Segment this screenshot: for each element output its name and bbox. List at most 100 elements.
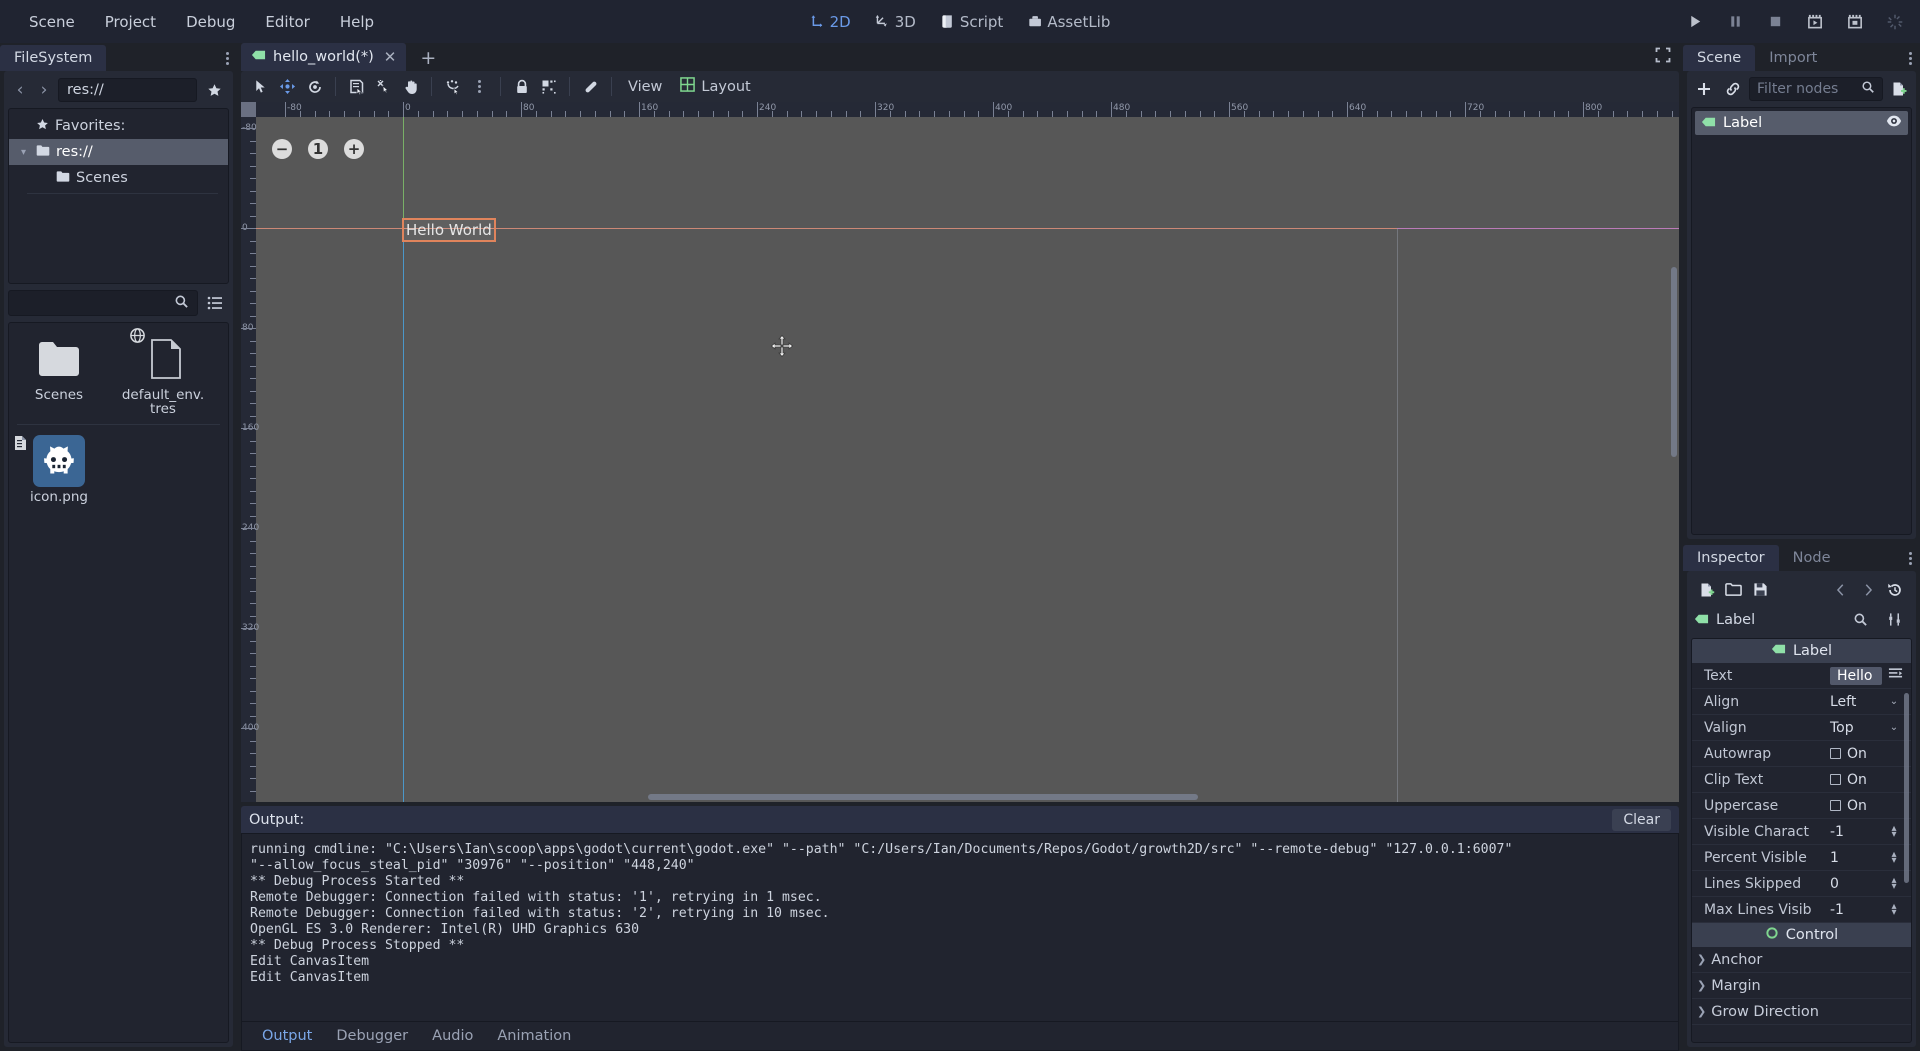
nav-back-button[interactable]: ‹ [10,79,30,101]
history-prev-button[interactable] [1827,578,1854,601]
add-node-button[interactable] [1691,77,1717,101]
tab-output[interactable]: Output [250,1025,324,1047]
inspector-scrollbar[interactable] [1904,693,1909,883]
eye-icon[interactable] [1886,113,1902,133]
chevron-down-icon[interactable]: ▾ [17,147,30,158]
tree-item-favorites[interactable]: Favorites: [9,113,228,139]
file-item-icon-png[interactable]: icon.png [15,435,101,504]
close-icon[interactable]: ✕ [384,48,397,66]
property-category-label[interactable]: Label [1692,639,1911,663]
spinner-arrows-icon[interactable]: ▴ ▾ [1888,901,1900,917]
hello-world-label[interactable]: Hello World [402,218,496,242]
object-tools-icon[interactable] [1881,608,1908,631]
property-value[interactable]: 0 ▴ ▾ [1830,875,1904,892]
property-value[interactable]: Hello [1830,666,1904,685]
inspector-menu-button[interactable] [1909,552,1912,565]
checkbox[interactable] [1830,800,1841,811]
add-scene-button[interactable]: + [420,47,436,71]
new-resource-button[interactable] [1693,578,1720,601]
property-value[interactable]: 1 ▴ ▾ [1830,849,1904,866]
text-value-input[interactable]: Hello [1830,666,1882,685]
output-log[interactable]: running cmdline: "C:\Users\Ian\scoop\app… [241,833,1679,1022]
menu-editor[interactable]: Editor [250,9,324,35]
menu-project[interactable]: Project [90,9,171,35]
tab-node[interactable]: Node [1779,545,1845,571]
zoom-out-button[interactable]: − [272,139,292,159]
tab-audio[interactable]: Audio [420,1025,485,1047]
property-value[interactable]: -1 ▴ ▾ [1830,823,1904,840]
canvas-vertical-scrollbar[interactable] [1671,267,1677,457]
property-category-control[interactable]: Control [1692,923,1911,947]
tab-inspector[interactable]: Inspector [1683,545,1779,571]
rotate-tool-button[interactable] [301,74,328,99]
property-value[interactable]: On [1830,798,1904,814]
tab-3d[interactable]: 3D [865,10,926,34]
zoom-reset-button[interactable]: 1 [308,139,328,159]
clear-output-button[interactable]: Clear [1612,808,1671,831]
chevron-right-icon[interactable]: ❯ [1697,1005,1706,1018]
snap-options-button[interactable] [466,74,493,99]
skeleton-tool-button[interactable] [577,74,604,99]
favorite-toggle-button[interactable] [201,78,227,102]
list-select-tool-button[interactable] [343,74,370,99]
multiline-edit-icon[interactable] [1888,667,1903,685]
property-value[interactable]: Left ⌄ [1830,694,1904,710]
path-input[interactable]: res:// [58,78,197,102]
pause-button[interactable] [1724,11,1746,33]
fullscreen-icon[interactable] [1655,47,1671,67]
snap-tool-button[interactable] [439,74,466,99]
numeric-value[interactable]: -1 [1830,824,1882,840]
property-value[interactable]: -1 ▴ ▾ [1830,901,1904,918]
scene-dock-menu-button[interactable] [1909,52,1912,65]
view-menu-button[interactable]: View [619,76,671,98]
checkbox[interactable] [1830,774,1841,785]
history-next-button[interactable] [1854,578,1881,601]
play-scene-button[interactable] [1804,11,1826,33]
chevron-down-icon[interactable]: ⌄ [1888,696,1900,707]
group-tool-button[interactable] [535,74,562,99]
numeric-value[interactable]: -1 [1830,902,1882,918]
tab-import[interactable]: Import [1755,45,1831,71]
filesystem-menu-button[interactable] [226,52,229,65]
property-value[interactable]: On [1830,746,1904,762]
play-custom-scene-button[interactable] [1844,11,1866,33]
numeric-value[interactable]: 0 [1830,876,1882,892]
tab-script[interactable]: Script [930,10,1014,34]
lock-tool-button[interactable] [508,74,535,99]
scale-tool-button[interactable] [370,74,397,99]
attach-script-button[interactable] [1886,77,1912,101]
instance-scene-button[interactable] [1720,77,1746,101]
canvas-horizontal-scrollbar[interactable] [648,794,1198,800]
checkbox[interactable] [1830,748,1841,759]
property-section-row[interactable]: ❯ Grow Direction [1692,999,1911,1025]
canvas-drawing-area[interactable]: Hello World − 1 + [256,117,1679,802]
pan-tool-button[interactable] [397,74,424,99]
scene-tab-hello-world[interactable]: hello_world(*) ✕ [241,43,407,71]
inspector-search-button[interactable] [1847,608,1874,631]
tree-item-res-root[interactable]: ▾ res:// [9,139,228,165]
tab-2d[interactable]: 2D [800,10,861,34]
tab-filesystem[interactable]: FileSystem [0,45,107,71]
filter-nodes-input[interactable]: Filter nodes [1749,77,1883,101]
canvas-viewport[interactable]: Hello World − 1 + -80 0 80 160 240 320 4… [241,102,1679,802]
zoom-in-button[interactable]: + [344,139,364,159]
move-tool-button[interactable] [274,74,301,99]
tab-animation[interactable]: Animation [485,1025,583,1047]
node-item-label[interactable]: Label [1695,111,1908,135]
spinner-arrows-icon[interactable]: ▴ ▾ [1888,875,1900,891]
tab-assetlib[interactable]: AssetLib [1017,10,1120,34]
property-section-row[interactable]: ❯ Anchor [1692,947,1911,973]
file-search-input[interactable] [8,290,198,316]
history-icon[interactable] [1881,578,1908,601]
open-resource-button[interactable] [1720,578,1747,601]
chevron-right-icon[interactable]: ❯ [1697,953,1706,966]
menu-scene[interactable]: Scene [14,9,90,35]
save-resource-button[interactable] [1747,578,1774,601]
nav-forward-button[interactable]: › [34,79,54,101]
tab-debugger[interactable]: Debugger [324,1025,420,1047]
spinner-arrows-icon[interactable]: ▴ ▾ [1888,849,1900,865]
property-section-row[interactable]: ❯ Margin [1692,973,1911,999]
property-value[interactable]: Top ⌄ [1830,720,1904,736]
play-button[interactable] [1684,11,1706,33]
select-tool-button[interactable] [247,74,274,99]
